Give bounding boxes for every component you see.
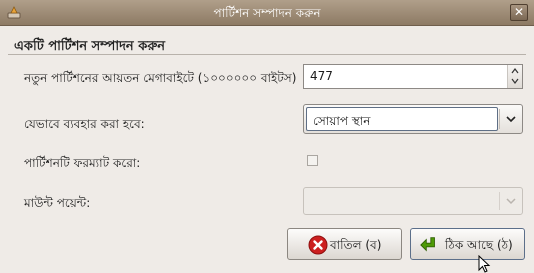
size-spinbox[interactable]: 477: [303, 64, 523, 89]
usage-select-field: সোয়াপ স্থান: [306, 107, 498, 131]
arrow-up-icon: [511, 68, 519, 74]
window-title: পার্টিশন সম্পাদন করুন: [213, 6, 321, 20]
chevron-down-icon: [506, 116, 516, 123]
spin-buttons: [507, 65, 522, 88]
combo-separator: [499, 109, 500, 129]
section-divider: [8, 54, 526, 55]
ok-button-label: ঠিক আছে (ঠ): [445, 238, 513, 252]
cancel-icon: [308, 235, 328, 255]
close-icon: ✕: [513, 5, 525, 19]
format-label: পার্টিশনটি ফরম্যাট করো:: [24, 156, 141, 170]
spin-down-button[interactable]: [508, 76, 522, 87]
combo-separator: [499, 192, 500, 210]
size-input[interactable]: 477: [310, 69, 333, 83]
ok-button[interactable]: ঠিক আছে (ঠ): [410, 228, 525, 260]
spin-up-button[interactable]: [508, 65, 522, 76]
usage-label: যেভাবে ব্যবহার করা হবে:: [24, 117, 145, 131]
cancel-button[interactable]: বাতিল (ব): [287, 228, 402, 260]
arrow-down-icon: [511, 78, 519, 84]
mount-point-select[interactable]: [303, 187, 523, 215]
close-button[interactable]: ✕: [510, 4, 528, 21]
mouse-cursor-icon: [478, 255, 491, 273]
title-bar[interactable]: পার্টিশন সম্পাদন করুন ✕: [0, 0, 534, 26]
cancel-button-label: বাতিল (ব): [330, 238, 382, 252]
format-checkbox[interactable]: [307, 155, 318, 166]
size-label: নতুন পার্টিশনের আয়তন মেগাবাইটে (১০০০০০০…: [24, 71, 297, 85]
chevron-down-icon: [506, 198, 516, 205]
ok-arrow-icon: [420, 237, 435, 252]
mount-label: মাউন্ট পয়েন্ট:: [24, 196, 91, 210]
usage-selected-value: সোয়াপ স্থান: [313, 114, 371, 128]
usage-select[interactable]: সোয়াপ স্থান: [303, 104, 523, 134]
